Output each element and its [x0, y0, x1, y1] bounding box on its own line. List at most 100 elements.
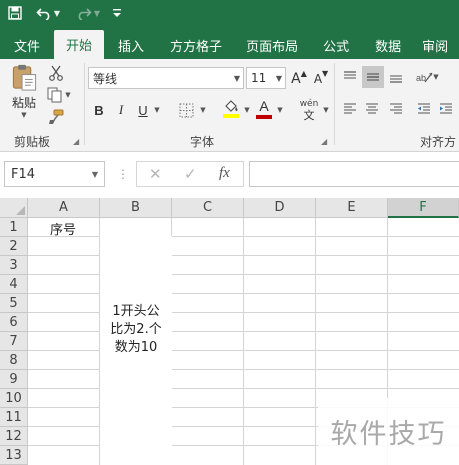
- font-name-dropdown-icon[interactable]: ▼: [234, 74, 240, 83]
- tab-page-layout[interactable]: 页面布局: [234, 32, 310, 59]
- underline-button[interactable]: U: [134, 99, 152, 121]
- undo-icon: [36, 8, 50, 20]
- font-dialog-launcher-icon[interactable]: ◢: [321, 137, 327, 146]
- font-group-label: 字体: [190, 135, 215, 149]
- fill-color-button[interactable]: [220, 97, 242, 121]
- increase-font-size-button[interactable]: A ▲: [290, 69, 308, 89]
- customize-qat-button[interactable]: [110, 0, 124, 26]
- align-bottom-button[interactable]: [386, 67, 406, 87]
- align-top-button[interactable]: [340, 67, 360, 87]
- phonetic-guide-button[interactable]: wén 文: [296, 97, 322, 123]
- font-color-button[interactable]: A: [254, 97, 274, 121]
- column-header-a[interactable]: A: [28, 198, 100, 218]
- bold-icon: B: [94, 102, 104, 118]
- column-header-b[interactable]: B: [100, 198, 172, 218]
- redo-dropdown-icon[interactable]: ▼: [94, 9, 100, 18]
- orientation-button[interactable]: ab ▼: [414, 67, 440, 87]
- fill-color-dropdown-icon[interactable]: ▼: [242, 99, 252, 121]
- font-name-combo[interactable]: 等线 ▼: [88, 67, 244, 89]
- row-header-9[interactable]: 9: [0, 370, 28, 389]
- align-right-button[interactable]: [386, 99, 406, 119]
- formula-bar-buttons: ✕ ✓ fx: [136, 161, 244, 187]
- decrease-indent-button[interactable]: [414, 99, 434, 119]
- column-header-c[interactable]: C: [172, 198, 244, 218]
- insert-function-icon[interactable]: fx: [219, 165, 230, 182]
- select-all-icon: [16, 206, 25, 215]
- decrease-font-size-button[interactable]: A ▼: [312, 69, 330, 89]
- copy-icon: [47, 87, 62, 103]
- cell-a1[interactable]: 序号: [50, 219, 76, 238]
- align-center-button[interactable]: [362, 99, 382, 119]
- tab-home[interactable]: 开始: [54, 30, 105, 59]
- name-box[interactable]: F14 ▼: [4, 161, 105, 187]
- row-header-2[interactable]: 2: [0, 237, 28, 256]
- redo-icon: [78, 8, 92, 20]
- row-header-4[interactable]: 4: [0, 275, 28, 294]
- font-size-combo[interactable]: 11 ▼: [246, 67, 286, 89]
- font-color-dropdown-icon[interactable]: ▼: [275, 99, 285, 121]
- undo-dropdown-icon[interactable]: ▼: [54, 9, 60, 18]
- row-header-11[interactable]: 11: [0, 408, 28, 427]
- paste-dropdown-icon[interactable]: ▼: [21, 111, 26, 119]
- tab-insert[interactable]: 插入: [104, 32, 158, 59]
- formula-bar: F14 ▼ ⋮ ✕ ✓ fx: [0, 152, 459, 198]
- tab-data[interactable]: 数据: [362, 32, 414, 59]
- italic-button[interactable]: I: [112, 99, 130, 121]
- row-header-6[interactable]: 6: [0, 313, 28, 332]
- column-header-f[interactable]: F: [388, 198, 459, 218]
- copy-button[interactable]: ▼: [44, 85, 74, 105]
- column-header-e[interactable]: E: [316, 198, 388, 218]
- align-middle-button[interactable]: [362, 66, 384, 88]
- clipboard-paste-icon: [12, 64, 37, 91]
- formula-input[interactable]: [249, 161, 459, 187]
- paste-button[interactable]: 粘贴 ▼: [6, 63, 42, 119]
- save-button[interactable]: [6, 0, 24, 26]
- gridline: [28, 331, 459, 332]
- increase-indent-button[interactable]: [436, 99, 456, 119]
- bold-button[interactable]: B: [90, 99, 108, 121]
- align-bottom-icon: [390, 75, 402, 83]
- name-box-dropdown-icon[interactable]: ▼: [92, 170, 98, 179]
- row-header-10[interactable]: 10: [0, 389, 28, 408]
- copy-dropdown-icon[interactable]: ▼: [65, 91, 70, 99]
- row-header-1[interactable]: 1: [0, 218, 28, 237]
- cancel-icon[interactable]: ✕: [149, 165, 162, 183]
- row-header-13[interactable]: 13: [0, 446, 28, 465]
- align-right-icon: [390, 103, 402, 114]
- borders-dropdown-icon[interactable]: ▼: [198, 99, 208, 121]
- format-painter-button[interactable]: [46, 107, 66, 127]
- paint-bucket-icon: [225, 100, 238, 112]
- decrease-font-size-icon: A: [313, 72, 323, 86]
- svg-text:ab: ab: [416, 73, 426, 83]
- tab-formulas[interactable]: 公式: [310, 32, 362, 59]
- row-header-5[interactable]: 5: [0, 294, 28, 313]
- clipboard-dialog-launcher-icon[interactable]: ◢: [73, 137, 79, 146]
- italic-icon: I: [118, 102, 124, 117]
- align-left-button[interactable]: [340, 99, 360, 119]
- row-header-3[interactable]: 3: [0, 256, 28, 275]
- increase-font-size-icon: A: [291, 71, 301, 87]
- phonetic-dropdown-icon[interactable]: ▼: [322, 99, 330, 121]
- row-header-12[interactable]: 12: [0, 427, 28, 446]
- redo-button[interactable]: ▼: [74, 0, 102, 26]
- tab-fangfang-gezi[interactable]: 方方格子: [158, 32, 234, 59]
- orientation-dropdown-icon[interactable]: ▼: [433, 73, 438, 81]
- column-header-d[interactable]: D: [244, 198, 316, 218]
- font-color-icon: A: [259, 98, 269, 114]
- undo-button[interactable]: ▼: [34, 0, 62, 26]
- borders-button[interactable]: [176, 99, 196, 121]
- text-orientation-icon: ab: [416, 72, 433, 83]
- formula-bar-grip-icon[interactable]: ⋮: [117, 167, 129, 181]
- row-header-8[interactable]: 8: [0, 351, 28, 370]
- enter-icon[interactable]: ✓: [184, 165, 197, 183]
- cut-button[interactable]: [46, 63, 66, 83]
- tab-file[interactable]: 文件: [0, 32, 54, 59]
- decrease-indent-icon: [418, 103, 430, 114]
- tab-review[interactable]: 审阅: [414, 32, 456, 59]
- gridline: [28, 236, 459, 237]
- font-name-value: 等线: [93, 71, 118, 86]
- underline-dropdown-icon[interactable]: ▼: [152, 99, 162, 121]
- font-size-dropdown-icon[interactable]: ▼: [276, 74, 282, 83]
- row-header-7[interactable]: 7: [0, 332, 28, 351]
- select-all-button[interactable]: [0, 198, 28, 218]
